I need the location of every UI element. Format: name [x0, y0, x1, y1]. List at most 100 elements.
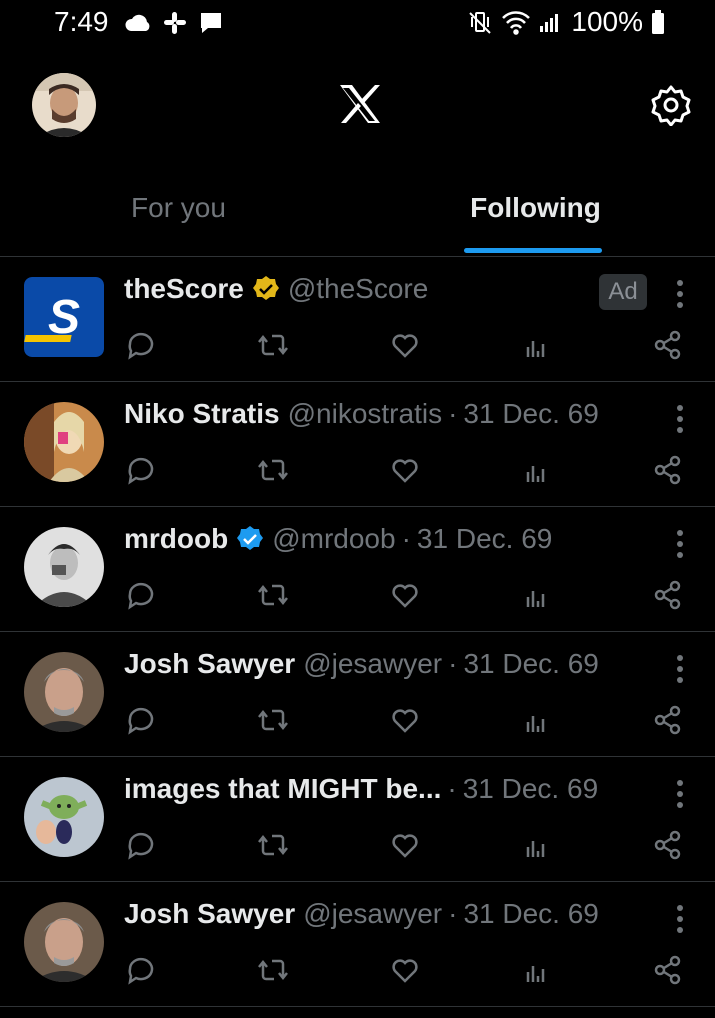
- post[interactable]: Josh Sawyer @jesawyer · 31 Dec. 69: [0, 882, 715, 1007]
- post[interactable]: Josh Sawyer @jesawyer · 31 Dec. 69: [0, 632, 715, 757]
- status-time: 7:49: [54, 6, 109, 37]
- post-actions: [124, 829, 694, 865]
- like-icon[interactable]: [389, 329, 421, 361]
- post-header: Niko Stratis @nikostratis · 31 Dec. 69: [124, 398, 645, 430]
- more-options-icon[interactable]: [666, 904, 694, 934]
- retweet-icon[interactable]: [257, 454, 289, 486]
- retweet-icon[interactable]: [257, 954, 289, 986]
- author-name[interactable]: Josh Sawyer: [124, 648, 295, 680]
- views-icon[interactable]: [520, 954, 552, 986]
- avatar[interactable]: S: [24, 277, 104, 357]
- like-icon[interactable]: [389, 954, 421, 986]
- slack-icon: [162, 10, 188, 36]
- tab-for-you[interactable]: For you: [0, 170, 357, 256]
- retweet-icon[interactable]: [257, 579, 289, 611]
- message-icon: [198, 10, 224, 36]
- reply-icon[interactable]: [124, 454, 156, 486]
- retweet-icon[interactable]: [257, 329, 289, 361]
- top-bar: [0, 70, 715, 140]
- author-handle[interactable]: @mrdoob: [272, 523, 395, 555]
- author-name[interactable]: images that MIGHT be...: [124, 773, 441, 805]
- views-icon[interactable]: [520, 329, 552, 361]
- more-options-icon[interactable]: [666, 529, 694, 559]
- gold-verified-badge-icon: [252, 275, 280, 303]
- views-icon[interactable]: [520, 704, 552, 736]
- post-time[interactable]: 31 Dec. 69: [463, 773, 598, 805]
- reply-icon[interactable]: [124, 954, 156, 986]
- profile-avatar[interactable]: [32, 73, 96, 137]
- author-name[interactable]: theScore: [124, 273, 244, 305]
- settings-gear-icon[interactable]: [650, 84, 692, 126]
- post-header: Josh Sawyer @jesawyer · 31 Dec. 69: [124, 898, 645, 930]
- tab-label: For you: [131, 192, 226, 223]
- share-icon[interactable]: [652, 954, 684, 986]
- reply-icon[interactable]: [124, 704, 156, 736]
- share-icon[interactable]: [652, 579, 684, 611]
- post-header: images that MIGHT be... · 31 Dec. 69: [124, 773, 645, 805]
- post[interactable]: Niko Stratis @nikostratis · 31 Dec. 69: [0, 382, 715, 507]
- separator-dot: ·: [401, 523, 411, 554]
- post-actions: [124, 704, 694, 740]
- post-header: theScore @theScore: [124, 273, 645, 305]
- share-icon[interactable]: [652, 454, 684, 486]
- author-handle[interactable]: @jesawyer: [303, 898, 442, 930]
- share-icon[interactable]: [652, 704, 684, 736]
- author-name[interactable]: Niko Stratis: [124, 398, 280, 430]
- more-options-icon[interactable]: [666, 654, 694, 684]
- separator-dot: ·: [448, 898, 458, 929]
- avatar[interactable]: [24, 402, 104, 482]
- cloud-icon: [124, 13, 152, 33]
- post-time[interactable]: 31 Dec. 69: [417, 523, 552, 555]
- status-bar: 7:49 100%: [0, 0, 715, 50]
- share-icon[interactable]: [652, 829, 684, 861]
- retweet-icon[interactable]: [257, 829, 289, 861]
- reply-icon[interactable]: [124, 829, 156, 861]
- author-name[interactable]: mrdoob: [124, 523, 228, 555]
- active-tab-indicator: [464, 248, 602, 253]
- more-options-icon[interactable]: [666, 279, 694, 309]
- post-actions: [124, 454, 694, 490]
- like-icon[interactable]: [389, 579, 421, 611]
- views-icon[interactable]: [520, 454, 552, 486]
- share-icon[interactable]: [652, 329, 684, 361]
- post-time[interactable]: 31 Dec. 69: [463, 898, 598, 930]
- reply-icon[interactable]: [124, 579, 156, 611]
- avatar[interactable]: [24, 777, 104, 857]
- status-left-icons: [124, 10, 224, 36]
- battery-percent: 100%: [571, 6, 643, 37]
- like-icon[interactable]: [389, 829, 421, 861]
- retweet-icon[interactable]: [257, 704, 289, 736]
- author-handle[interactable]: @jesawyer: [303, 648, 442, 680]
- post-time[interactable]: 31 Dec. 69: [463, 648, 598, 680]
- post-actions: [124, 579, 694, 615]
- ad-badge: Ad: [599, 274, 647, 310]
- post[interactable]: S theScore @theScore Ad: [0, 257, 715, 382]
- x-logo-icon[interactable]: [338, 84, 382, 124]
- avatar[interactable]: [24, 527, 104, 607]
- like-icon[interactable]: [389, 704, 421, 736]
- avatar[interactable]: [24, 902, 104, 982]
- post[interactable]: mrdoob @mrdoob · 31 Dec. 69: [0, 507, 715, 632]
- post-header: mrdoob @mrdoob · 31 Dec. 69: [124, 523, 645, 555]
- reply-icon[interactable]: [124, 329, 156, 361]
- views-icon[interactable]: [520, 579, 552, 611]
- tab-label: Following: [470, 192, 601, 223]
- blue-verified-badge-icon: [236, 525, 264, 553]
- vibrate-icon: [467, 9, 493, 35]
- more-options-icon[interactable]: [666, 779, 694, 809]
- post-time[interactable]: 31 Dec. 69: [463, 398, 598, 430]
- author-name[interactable]: Josh Sawyer: [124, 898, 295, 930]
- views-icon[interactable]: [520, 829, 552, 861]
- post-actions: [124, 954, 694, 990]
- like-icon[interactable]: [389, 454, 421, 486]
- avatar[interactable]: [24, 652, 104, 732]
- author-handle[interactable]: @nikostratis: [288, 398, 442, 430]
- more-options-icon[interactable]: [666, 404, 694, 434]
- signal-icon: [539, 10, 563, 34]
- status-right: 100%: [467, 6, 665, 38]
- tab-following[interactable]: Following: [357, 170, 714, 256]
- post[interactable]: images that MIGHT be... · 31 Dec. 69: [0, 757, 715, 882]
- separator-dot: ·: [448, 648, 458, 679]
- timeline-tabs: For you Following: [0, 170, 715, 257]
- author-handle[interactable]: @theScore: [288, 273, 429, 305]
